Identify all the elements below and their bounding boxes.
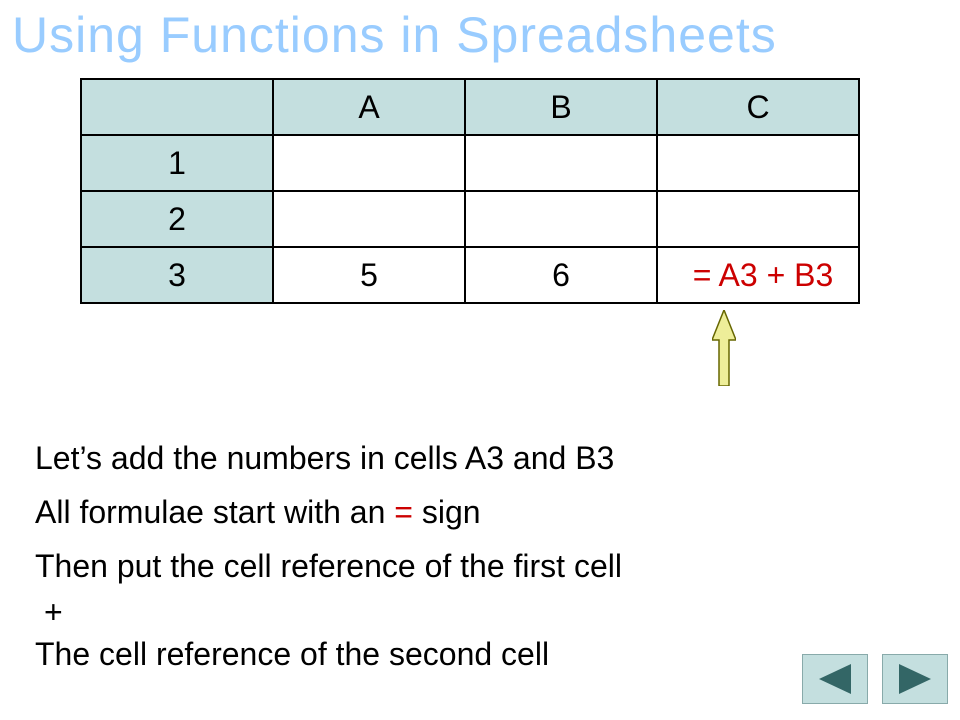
cell-a3: 5 (273, 247, 465, 303)
triangle-right-icon (899, 664, 931, 694)
line2-equals: = (394, 494, 413, 530)
row-header-2: 2 (81, 191, 273, 247)
line2-part-c: sign (413, 494, 481, 530)
cell-b3: 6 (465, 247, 657, 303)
cell-c3-formula: = A3 + B3 (657, 247, 859, 303)
next-button[interactable] (882, 654, 948, 704)
table-row: 1 (81, 135, 859, 191)
cell-c1 (657, 135, 859, 191)
pointer-arrow-icon (712, 310, 736, 386)
table-header-row: A B C (81, 79, 859, 135)
cell-a2 (273, 191, 465, 247)
triangle-left-icon (819, 664, 851, 694)
instruction-line-1: Let’s add the numbers in cells A3 and B3 (35, 440, 614, 477)
instruction-line-2: All formulae start with an = sign (35, 494, 481, 531)
row-header-3: 3 (81, 247, 273, 303)
nav-buttons (802, 654, 948, 704)
col-header-a: A (273, 79, 465, 135)
col-header-b: B (465, 79, 657, 135)
col-header-c: C (657, 79, 859, 135)
line2-part-a: All formulae start with an (35, 494, 394, 530)
cell-a1 (273, 135, 465, 191)
spreadsheet-table: A B C 1 2 3 5 6 = A3 + B3 (80, 78, 860, 304)
table-row: 3 5 6 = A3 + B3 (81, 247, 859, 303)
instruction-line-4: + (44, 594, 63, 631)
page-title: Using Functions in Spreadsheets (12, 6, 948, 64)
prev-button[interactable] (802, 654, 868, 704)
table-row: 2 (81, 191, 859, 247)
corner-cell (81, 79, 273, 135)
instruction-line-3: Then put the cell reference of the first… (35, 548, 622, 585)
cell-c2 (657, 191, 859, 247)
cell-b1 (465, 135, 657, 191)
slide: Using Functions in Spreadsheets A B C 1 … (0, 0, 960, 720)
row-header-1: 1 (81, 135, 273, 191)
cell-b2 (465, 191, 657, 247)
instruction-line-5: The cell reference of the second cell (35, 636, 549, 673)
